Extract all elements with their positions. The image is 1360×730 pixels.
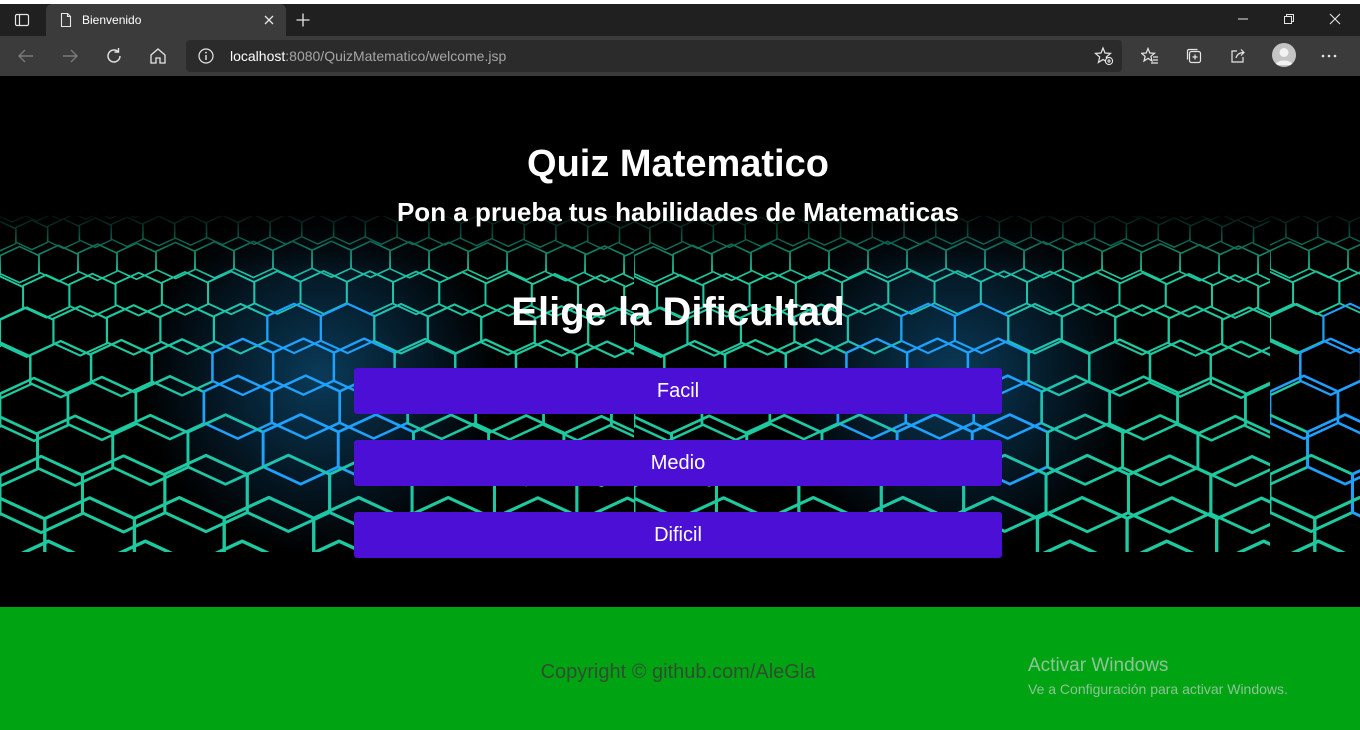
minimize-icon[interactable]: [1220, 4, 1266, 34]
hard-button[interactable]: Dificil: [354, 512, 1002, 558]
difficulty-heading: Elige la Dificultad: [511, 290, 845, 334]
plus-icon[interactable]: [290, 8, 316, 32]
page-content: Quiz Matematico Pon a prueba tus habilid…: [0, 76, 1360, 730]
active-tab[interactable]: Bienvenido: [46, 4, 286, 36]
refresh-icon[interactable]: [99, 41, 129, 71]
page-title: Quiz Matematico: [527, 143, 829, 185]
tab-title: Bienvenido: [82, 13, 142, 27]
add-favorite-icon[interactable]: [1094, 46, 1114, 66]
activate-windows-subtitle: Ve a Configuración para activar Windows.: [1028, 681, 1288, 697]
activate-windows-title: Activar Windows: [1028, 655, 1169, 676]
restore-icon[interactable]: [1266, 4, 1312, 34]
forward-icon[interactable]: [55, 41, 85, 71]
profile-icon[interactable]: [1272, 43, 1296, 67]
more-icon[interactable]: [1314, 41, 1344, 71]
favorites-icon[interactable]: [1135, 41, 1165, 71]
home-icon[interactable]: [143, 41, 173, 71]
easy-button[interactable]: Facil: [354, 368, 1002, 414]
page-subtitle: Pon a prueba tus habilidades de Matemati…: [396, 197, 960, 227]
url-text: localhost:8080/QuizMatematico/welcome.js…: [230, 48, 506, 64]
page-favicon-icon: [58, 12, 74, 28]
close-icon[interactable]: [260, 11, 278, 29]
url-path: :8080/QuizMatematico/welcome.jsp: [285, 48, 507, 64]
browser-toolbar: localhost:8080/QuizMatematico/welcome.js…: [0, 36, 1360, 76]
url-host: localhost: [230, 48, 286, 64]
medium-button[interactable]: Medio: [354, 440, 1002, 486]
collections-icon[interactable]: [1179, 41, 1209, 71]
share-icon[interactable]: [1223, 41, 1253, 71]
footer: Copyright © github.com/AleGla Activar Wi…: [0, 607, 1360, 730]
tab-bar: Bienvenido: [0, 4, 1360, 36]
close-window-icon[interactable]: [1312, 4, 1358, 34]
tab-actions-icon[interactable]: [8, 8, 36, 32]
info-icon[interactable]: [198, 48, 214, 64]
back-icon[interactable]: [11, 41, 41, 71]
address-bar[interactable]: localhost:8080/QuizMatematico/welcome.js…: [186, 40, 1122, 72]
